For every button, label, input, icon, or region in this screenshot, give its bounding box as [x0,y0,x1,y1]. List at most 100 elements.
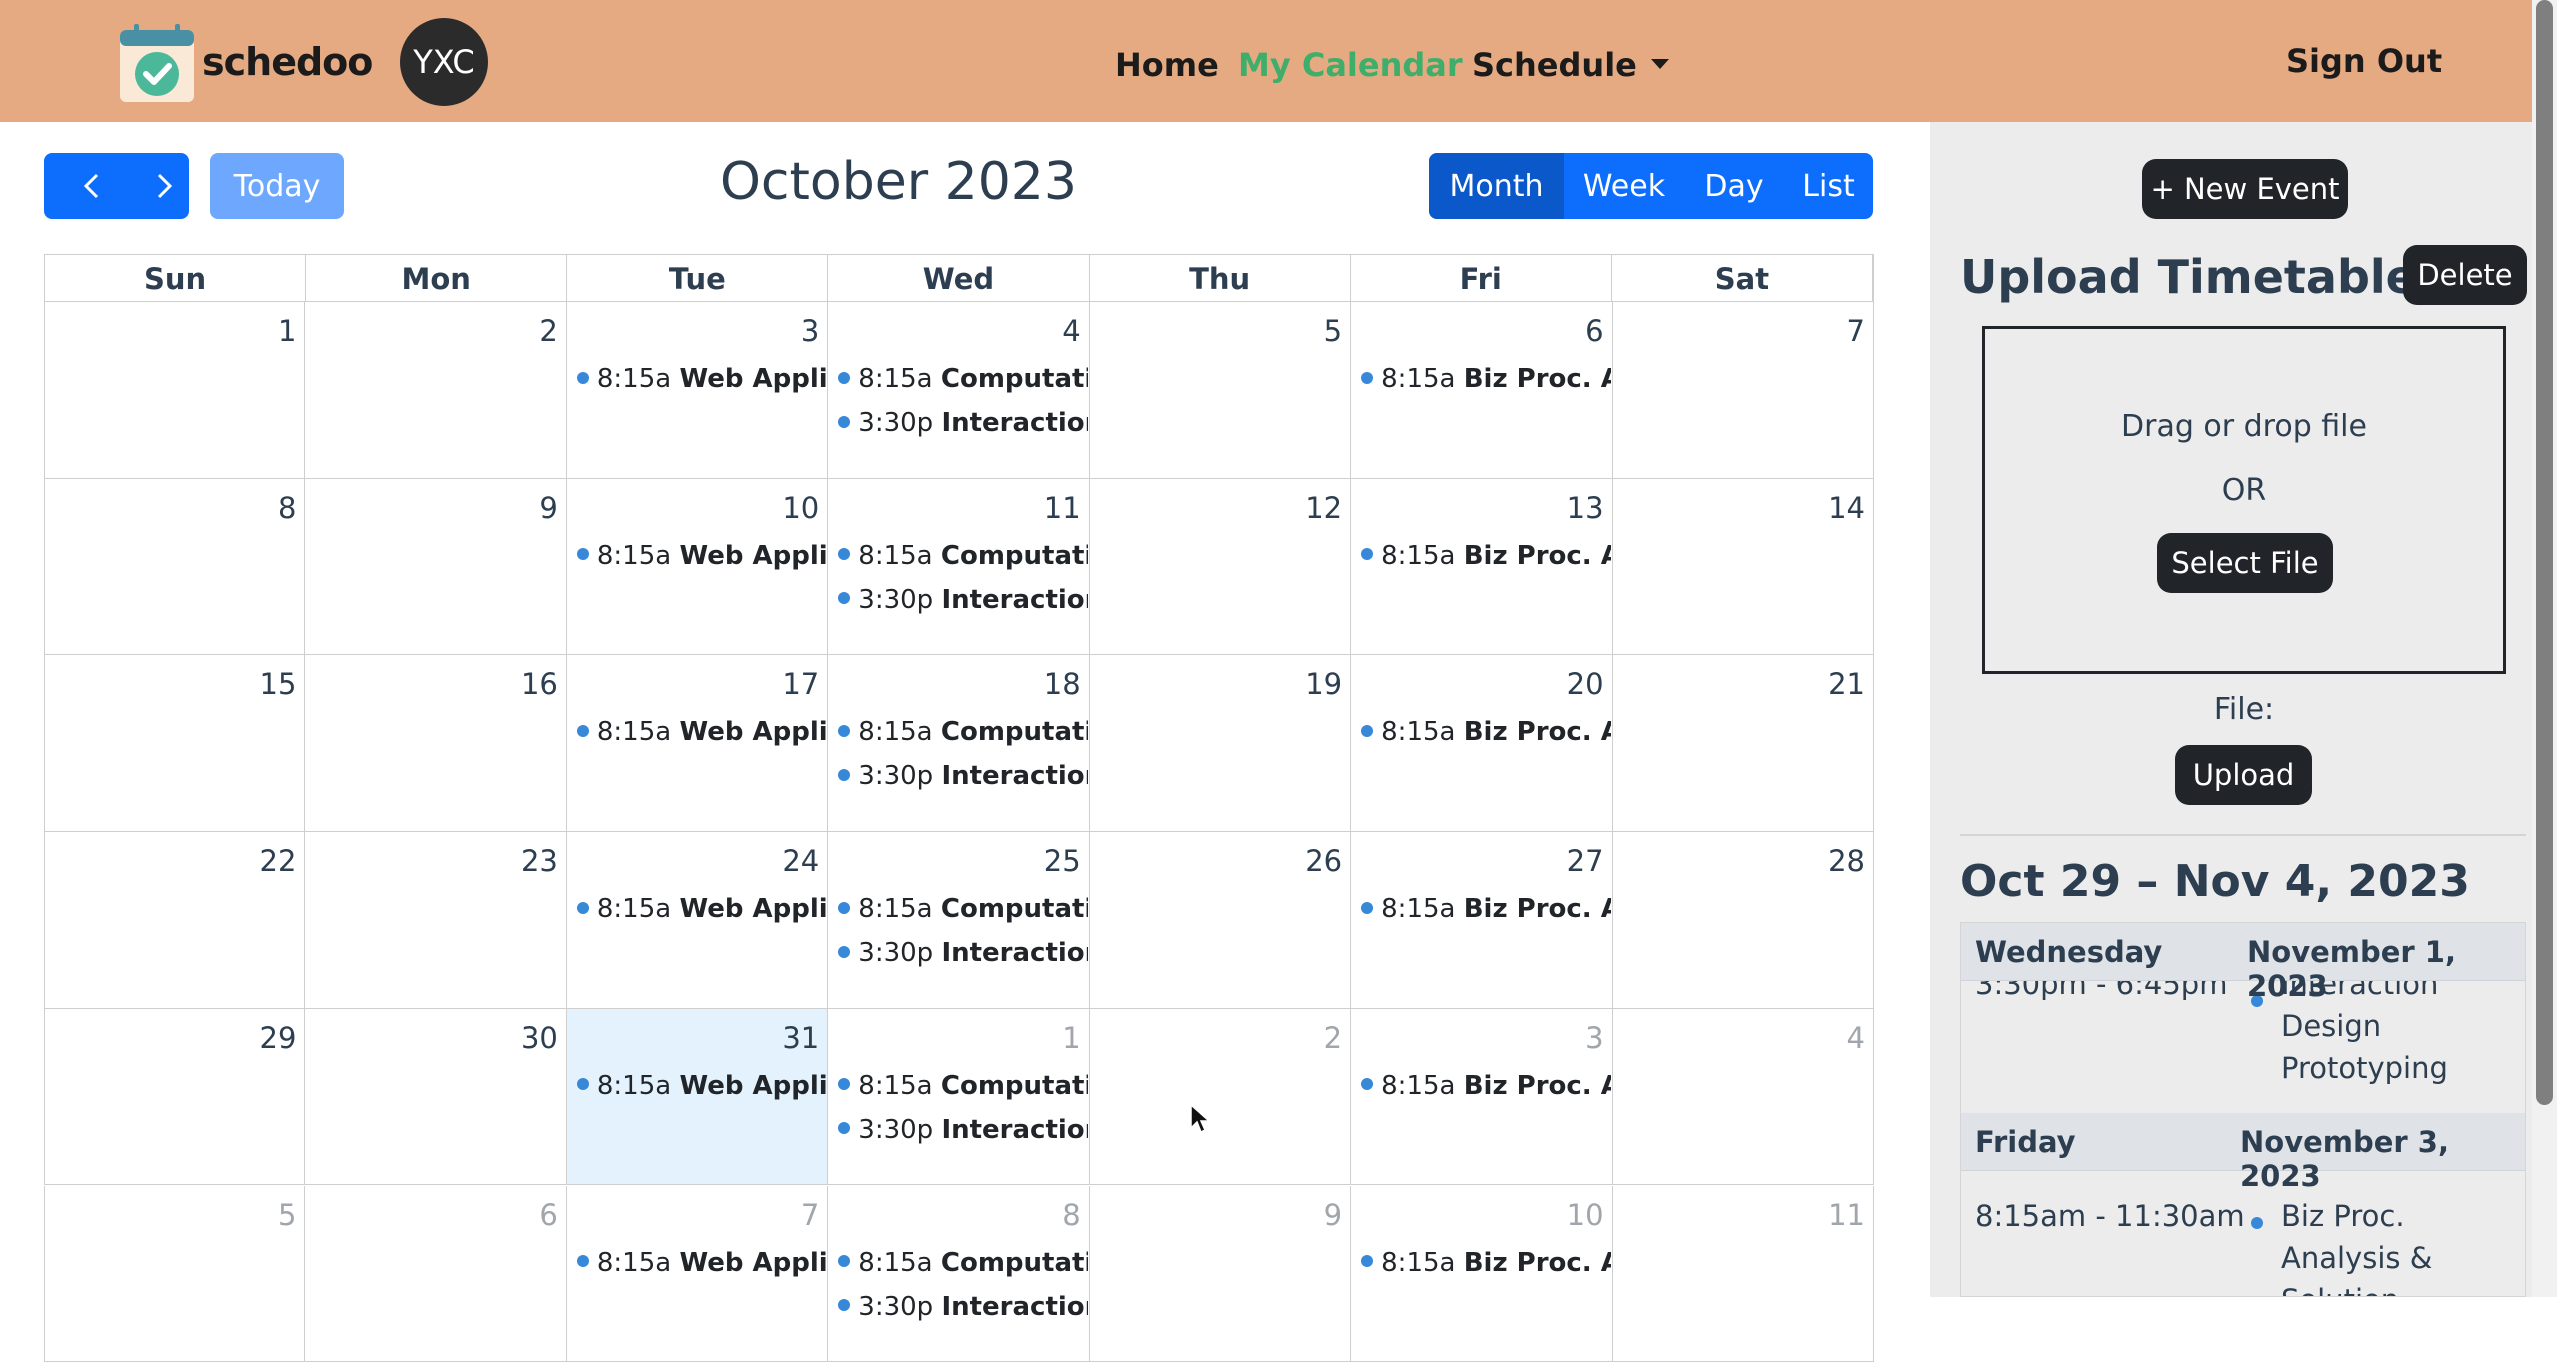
day-cell[interactable]: 1 [44,302,305,479]
calendar-check-logo-icon[interactable] [118,22,196,104]
calendar-event[interactable]: 3:30p Interaction D [838,761,1088,791]
day-number[interactable]: 4 [1847,1021,1865,1055]
day-cell[interactable]: 7 8:15a Web Applicat [567,1186,828,1362]
day-cell[interactable]: 15 [44,655,305,832]
day-number[interactable]: 8 [1062,1198,1080,1232]
view-month-button[interactable]: Month [1429,153,1564,219]
day-cell[interactable]: 178:15a Web Applicat [567,655,828,832]
day-number[interactable]: 6 [539,1198,557,1232]
day-cell[interactable]: 278:15a Biz Proc. Anal [1351,832,1612,1009]
brand-name[interactable]: schedoo [202,40,372,84]
day-cell[interactable]: 18:15a Computation3:30p Interaction D [828,1009,1089,1186]
day-number[interactable]: 5 [278,1198,296,1232]
day-number[interactable]: 12 [1305,491,1342,525]
day-cell[interactable]: 24 8:15a Web Applicat [567,832,828,1009]
delete-button[interactable]: Delete [2403,245,2527,305]
calendar-event[interactable]: 8:15a Biz Proc. Anal [1361,364,1611,394]
day-cell[interactable]: 3 8:15a Biz Proc. Anal [1351,1009,1612,1186]
day-cell[interactable]: 21 [1613,655,1874,832]
day-number[interactable]: 3 [1585,1021,1603,1055]
calendar-event[interactable]: 8:15a Biz Proc. Anal [1361,1071,1611,1101]
day-cell[interactable]: 25 8:15a Computation 3:30p Interaction D [828,832,1089,1009]
day-cell[interactable]: 29 [44,1009,305,1186]
user-avatar[interactable]: YXC [400,18,488,106]
day-cell[interactable]: 48:15a Computation3:30p Interaction D [828,302,1089,479]
day-number[interactable]: 25 [1044,844,1081,878]
day-cell[interactable]: 3 8:15a Web Applicat [567,302,828,479]
day-number[interactable]: 26 [1305,844,1342,878]
day-cell[interactable]: 208:15a Biz Proc. Anal [1351,655,1612,832]
day-number[interactable]: 18 [1044,667,1081,701]
list-event-title-line[interactable]: Prototyping [2281,1047,2448,1089]
calendar-event[interactable]: 3:30p Interaction D [838,1115,1088,1145]
calendar-event[interactable]: 8:15a Computation [838,894,1088,924]
day-number[interactable]: 1 [278,314,296,348]
day-number[interactable]: 9 [1324,1198,1342,1232]
calendar-event[interactable]: 8:15a Web Applicat [577,1071,827,1101]
day-number[interactable]: 21 [1828,667,1865,701]
day-number[interactable]: 11 [1044,491,1081,525]
day-number[interactable]: 27 [1567,844,1604,878]
new-event-button[interactable]: + New Event [2142,159,2348,219]
list-event-title-line[interactable]: Biz Proc. [2281,1195,2405,1237]
list-event-title-line[interactable]: Solution [2281,1279,2399,1297]
day-number[interactable]: 6 [1585,314,1603,348]
calendar-event[interactable]: 3:30p Interaction D [838,585,1088,615]
day-number[interactable]: 2 [539,314,557,348]
day-cell[interactable]: 9 [305,479,566,656]
nav-home[interactable]: Home [1115,46,1219,84]
day-number[interactable]: 16 [521,667,558,701]
view-week-button[interactable]: Week [1564,153,1684,219]
day-number[interactable]: 11 [1828,1198,1865,1232]
list-event-title-line[interactable]: Design [2281,1005,2381,1047]
day-cell[interactable]: 4 [1613,1009,1874,1186]
view-day-button[interactable]: Day [1684,153,1784,219]
calendar-event[interactable]: 8:15a Web Applicat [577,894,827,924]
calendar-event[interactable]: 8:15a Web Applicat [577,1248,827,1278]
calendar-event[interactable]: 3:30p Interaction D [838,1292,1088,1322]
day-number[interactable]: 15 [260,667,297,701]
prev-month-button[interactable] [44,153,139,219]
day-number[interactable]: 10 [1567,1198,1604,1232]
calendar-event[interactable]: 8:15a Web Applicat [577,717,827,747]
day-cell[interactable]: 6 [305,1186,566,1362]
day-cell[interactable]: 23 [305,832,566,1009]
day-number[interactable]: 5 [1324,314,1342,348]
calendar-event[interactable]: 8:15a Biz Proc. Anal [1361,1248,1611,1278]
day-number[interactable]: 10 [782,491,819,525]
event-list[interactable]: Wednesday November 1, 2023 3:30pm - 6:45… [1960,922,2526,1297]
calendar-event[interactable]: 3:30p Interaction D [838,408,1088,438]
day-cell[interactable]: 11 [1613,1186,1874,1362]
day-number[interactable]: 7 [801,1198,819,1232]
day-number[interactable]: 14 [1828,491,1865,525]
day-cell[interactable]: 28 [1613,832,1874,1009]
day-cell[interactable]: 14 [1613,479,1874,656]
nav-my-calendar[interactable]: My Calendar [1238,46,1463,84]
day-number[interactable]: 24 [782,844,819,878]
next-month-button[interactable] [139,153,189,219]
day-cell[interactable]: 2 [1090,1009,1351,1186]
day-number[interactable]: 19 [1305,667,1342,701]
day-number[interactable]: 7 [1847,314,1865,348]
calendar-event[interactable]: 3:30p Interaction D [838,938,1088,968]
calendar-event[interactable]: 8:15a Computation [838,541,1088,571]
calendar-event[interactable]: 8:15a Web Applicat [577,364,827,394]
day-number[interactable]: 9 [539,491,557,525]
day-cell[interactable]: 11 8:15a Computation 3:30p Interaction D [828,479,1089,656]
day-cell[interactable]: 10 8:15a Biz Proc. Anal [1351,1186,1612,1362]
scrollbar-thumb[interactable] [2536,0,2553,1105]
day-cell[interactable]: 19 [1090,655,1351,832]
view-list-button[interactable]: List [1784,153,1873,219]
day-cell[interactable]: 8 [44,479,305,656]
day-cell[interactable]: 7 [1613,302,1874,479]
day-number[interactable]: 4 [1062,314,1080,348]
day-number[interactable]: 22 [260,844,297,878]
day-number[interactable]: 3 [801,314,819,348]
day-cell[interactable]: 9 [1090,1186,1351,1362]
day-cell[interactable]: 30 [305,1009,566,1186]
day-cell[interactable]: 22 [44,832,305,1009]
day-number[interactable]: 23 [521,844,558,878]
day-number[interactable]: 20 [1567,667,1604,701]
today-button[interactable]: Today [210,153,344,219]
day-cell[interactable]: 5 [44,1186,305,1362]
